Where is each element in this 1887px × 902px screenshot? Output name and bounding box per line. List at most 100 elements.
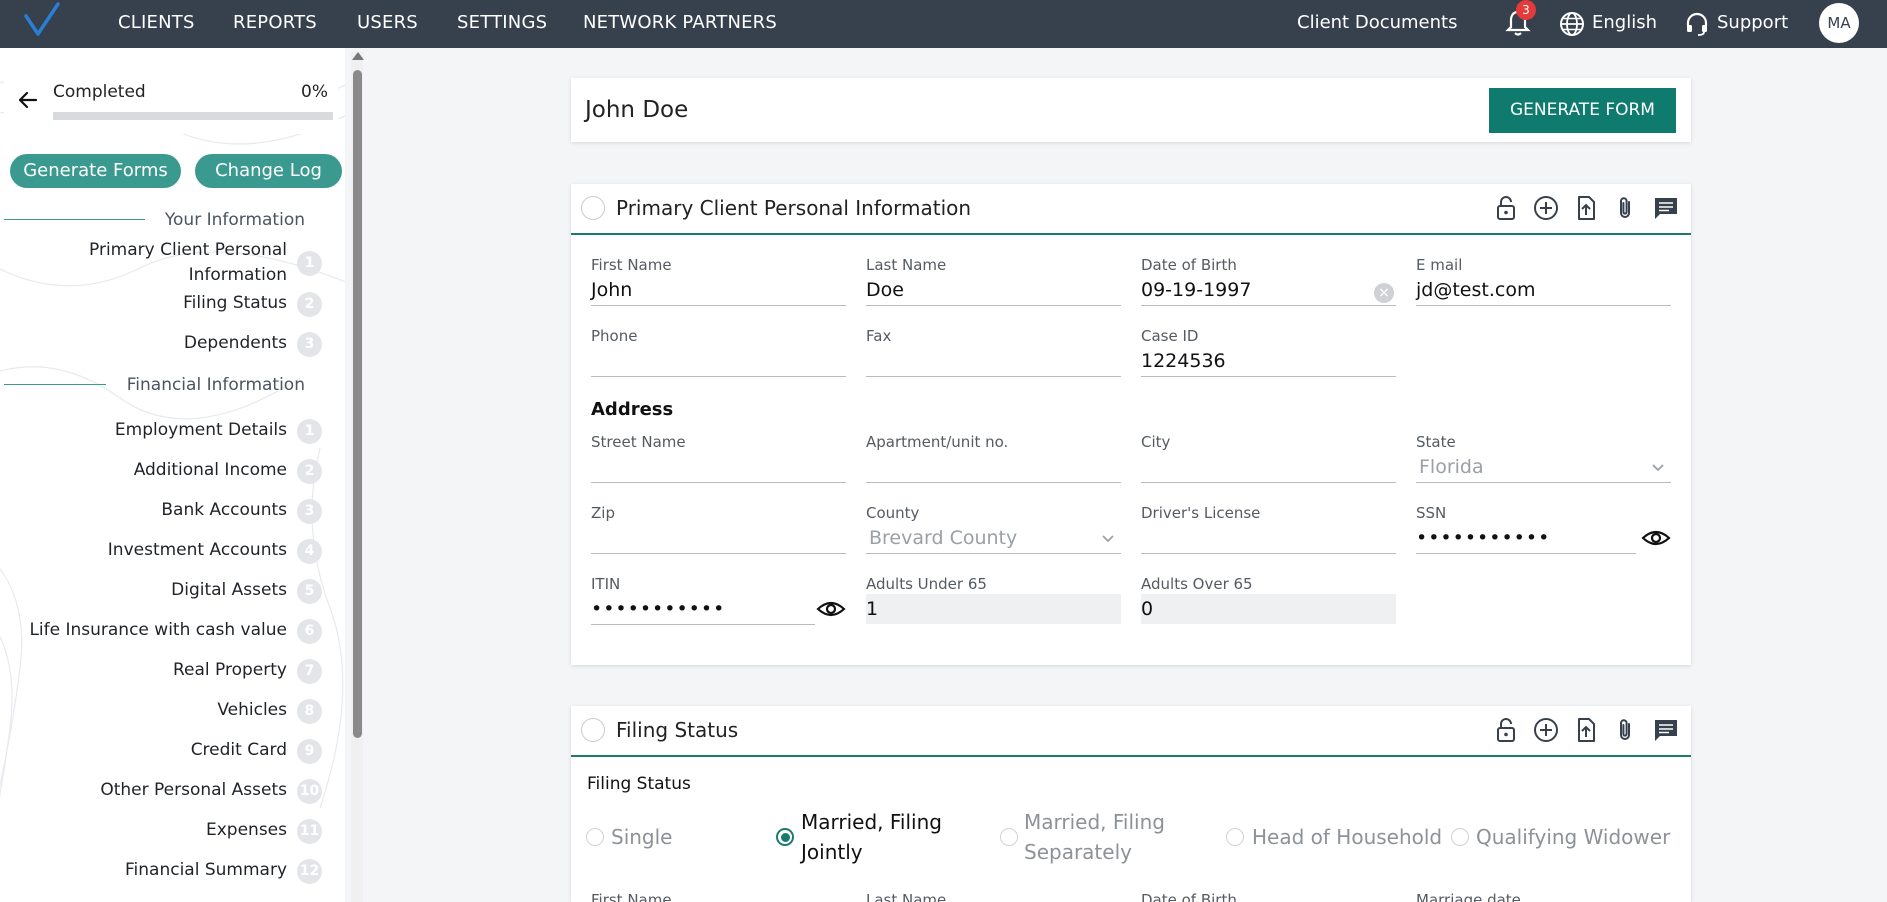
radio-married-separately[interactable]: [1000, 828, 1018, 846]
sidebar-item-other-personal-assets[interactable]: Other Personal Assets: [100, 778, 287, 803]
section-header-underline: [571, 755, 1691, 757]
ssn-field[interactable]: •••••••••••: [1416, 527, 1550, 549]
lock-icon[interactable]: [1492, 194, 1520, 222]
section-title: Filing Status: [616, 718, 739, 742]
first-name-field[interactable]: John: [591, 279, 632, 301]
radio-married-jointly[interactable]: [776, 828, 794, 846]
spouse-dob-label: Date of Birth: [1141, 891, 1237, 902]
nav-reports[interactable]: REPORTS: [233, 12, 317, 33]
sidebar-item-dependents[interactable]: Dependents: [184, 331, 287, 356]
fax-field[interactable]: [866, 376, 1121, 377]
city-label: City: [1141, 433, 1171, 451]
section-complete-checkbox[interactable]: [581, 718, 605, 742]
field-underline: [1416, 482, 1671, 483]
add-circle-icon[interactable]: [1532, 716, 1560, 744]
eye-icon[interactable]: [1641, 527, 1671, 549]
fax-label: Fax: [866, 327, 892, 345]
email-field[interactable]: jd@test.com: [1416, 279, 1535, 301]
paperclip-icon[interactable]: [1611, 194, 1639, 222]
language-selector[interactable]: English: [1592, 12, 1657, 33]
sidebar-item-filing-status[interactable]: Filing Status: [183, 291, 287, 316]
upload-file-icon[interactable]: [1572, 194, 1600, 222]
phone-label: Phone: [591, 327, 638, 345]
state-label: State: [1416, 433, 1456, 451]
comment-icon[interactable]: [1652, 716, 1680, 744]
upload-file-icon[interactable]: [1572, 716, 1600, 744]
eye-icon[interactable]: [816, 598, 846, 620]
sidebar-item-employment[interactable]: Employment Details: [115, 418, 287, 443]
phone-field[interactable]: [591, 376, 846, 377]
email-label: E mail: [1416, 256, 1463, 274]
clear-icon[interactable]: ×: [1374, 283, 1394, 303]
adults-under-65-value: 1: [866, 598, 879, 620]
street-field[interactable]: [591, 482, 846, 483]
change-log-button[interactable]: Change Log: [195, 154, 342, 188]
adults-under-65-label: Adults Under 65: [866, 575, 987, 593]
radio-head-of-household[interactable]: [1226, 828, 1244, 846]
street-label: Street Name: [591, 433, 686, 451]
nav-network-partners[interactable]: NETWORK PARTNERS: [583, 12, 777, 33]
county-select[interactable]: Brevard County: [869, 527, 1017, 549]
sidebar-item-financial-summary[interactable]: Financial Summary: [125, 858, 287, 883]
sidebar-item-primary-client[interactable]: Primary Client Personal Information: [47, 238, 287, 288]
radio-married-separately-label[interactable]: Married, Filing Separately: [1024, 807, 1204, 867]
zip-field[interactable]: [591, 553, 846, 554]
case-id-field[interactable]: 1224536: [1141, 350, 1226, 372]
sidebar-item-real-property[interactable]: Real Property: [173, 658, 287, 683]
sidebar-item-bank-accounts[interactable]: Bank Accounts: [161, 498, 287, 523]
sidebar-item-vehicles[interactable]: Vehicles: [217, 698, 287, 723]
itin-field[interactable]: •••••••••••: [591, 598, 725, 620]
chevron-down-icon[interactable]: [1651, 461, 1665, 475]
globe-icon: [1560, 12, 1584, 36]
paperclip-icon[interactable]: [1611, 716, 1639, 744]
step-number: 2: [297, 292, 322, 317]
filing-status-label: Filing Status: [587, 774, 691, 794]
nav-settings[interactable]: SETTINGS: [457, 12, 547, 33]
radio-married-jointly-label[interactable]: Married, Filing Jointly: [801, 807, 971, 867]
lock-icon[interactable]: [1492, 716, 1520, 744]
step-number: 8: [297, 699, 322, 724]
avatar[interactable]: MA: [1819, 3, 1859, 43]
back-arrow-icon[interactable]: [16, 88, 40, 112]
support-link[interactable]: Support: [1717, 12, 1788, 33]
last-name-field[interactable]: Doe: [866, 279, 904, 301]
financial-information-heading: Financial Information: [126, 375, 305, 395]
sidebar-scrollbar-thumb[interactable]: [353, 70, 362, 738]
dob-field[interactable]: 09-19-1997: [1141, 279, 1251, 301]
radio-single-label[interactable]: Single: [611, 822, 672, 852]
add-circle-icon[interactable]: [1532, 194, 1560, 222]
client-documents-link[interactable]: Client Documents: [1297, 12, 1457, 33]
nav-clients[interactable]: CLIENTS: [118, 12, 195, 33]
apartment-field[interactable]: [866, 482, 1121, 483]
state-select[interactable]: Florida: [1419, 456, 1484, 478]
step-number: 4: [297, 539, 322, 564]
radio-qualifying-widower[interactable]: [1451, 828, 1469, 846]
chevron-down-icon[interactable]: [1101, 532, 1115, 546]
sidebar-item-additional-income[interactable]: Additional Income: [134, 458, 287, 483]
step-number: 1: [297, 419, 322, 444]
radio-single[interactable]: [586, 828, 604, 846]
sidebar-item-life-insurance[interactable]: Life Insurance with cash value: [29, 618, 287, 643]
your-information-heading: Your Information: [164, 210, 305, 230]
logo-icon[interactable]: [22, 2, 62, 42]
sidebar-item-investment-accounts[interactable]: Investment Accounts: [108, 538, 287, 563]
sidebar-item-expenses[interactable]: Expenses: [206, 818, 287, 843]
step-number: 2: [297, 459, 322, 484]
comment-icon[interactable]: [1652, 194, 1680, 222]
field-underline: [1416, 553, 1636, 554]
section-complete-checkbox[interactable]: [581, 196, 605, 220]
city-field[interactable]: [1141, 482, 1396, 483]
nav-users[interactable]: USERS: [357, 12, 418, 33]
generate-form-button[interactable]: GENERATE FORM: [1489, 88, 1676, 133]
adults-over-65-label: Adults Over 65: [1141, 575, 1253, 593]
section-title: Primary Client Personal Information: [616, 196, 972, 220]
sidebar-item-digital-assets[interactable]: Digital Assets: [171, 578, 287, 603]
generate-forms-button[interactable]: Generate Forms: [10, 154, 181, 188]
adults-over-65-value: 0: [1141, 598, 1154, 620]
step-number: 5: [297, 579, 322, 604]
radio-head-of-household-label[interactable]: Head of Household: [1252, 822, 1442, 852]
drivers-license-field[interactable]: [1141, 553, 1396, 554]
sidebar-item-credit-card[interactable]: Credit Card: [191, 738, 287, 763]
radio-qualifying-widower-label[interactable]: Qualifying Widower: [1476, 822, 1670, 852]
scroll-up-arrow-icon[interactable]: [352, 52, 364, 60]
